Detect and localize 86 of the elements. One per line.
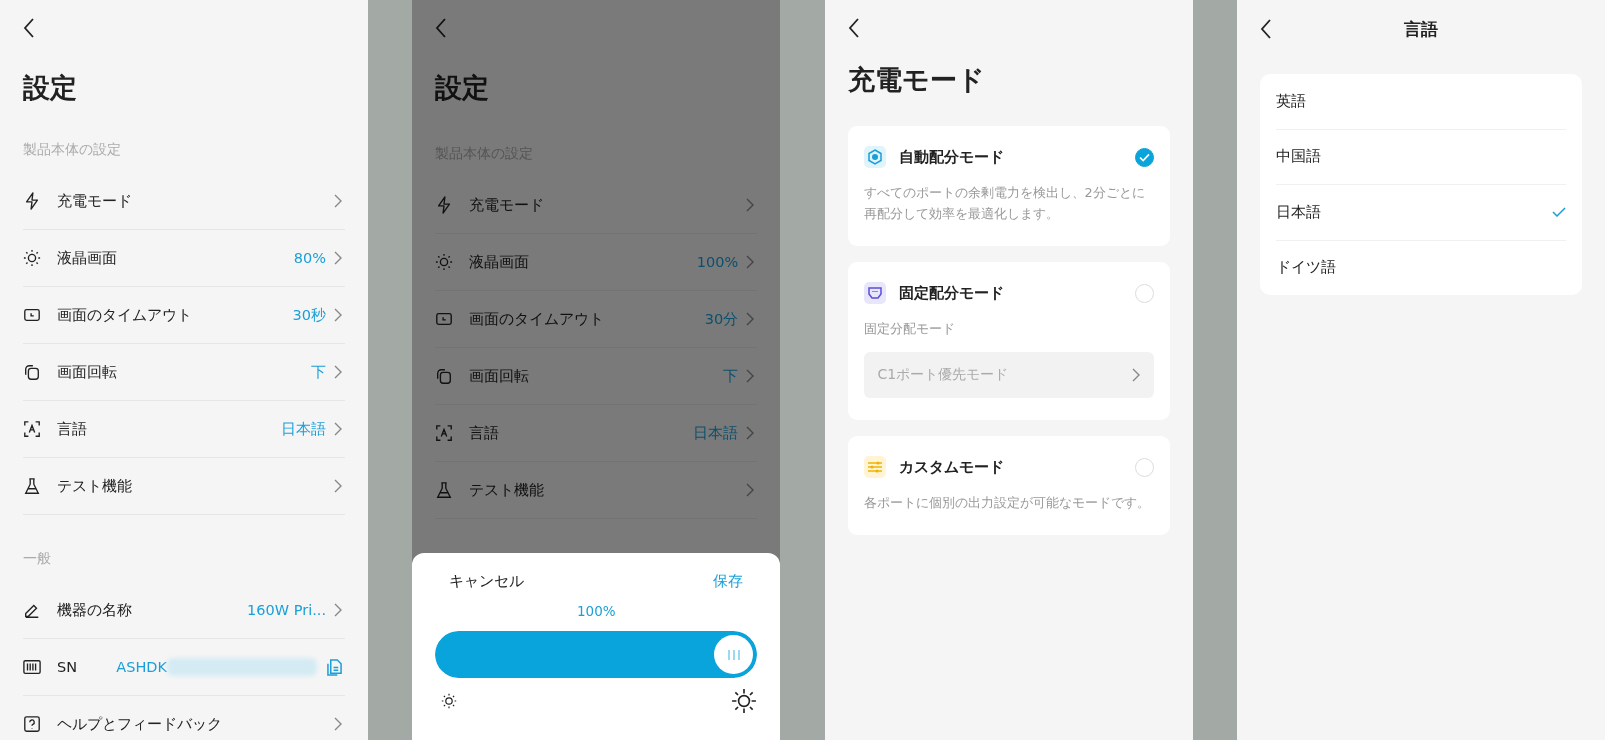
mode-description: すべてのポートの余剰電力を検出し、2分ごとに再配分して効率を最適化します。 [863, 184, 1146, 223]
serial-value: ASHDK [116, 659, 167, 675]
flask-icon [435, 481, 454, 499]
mode-title: カスタムモード [898, 457, 1005, 477]
row-label[interactable]: 充電モード [57, 191, 334, 211]
help-icon [23, 715, 41, 733]
flask-icon [23, 477, 41, 495]
language-option[interactable]: ドイツ語 [1275, 240, 1566, 295]
back-icon[interactable] [23, 18, 35, 38]
bolt-icon [23, 192, 41, 210]
mode-description: 各ポートに個別の出力設定が可能なモードです。 [863, 494, 1151, 512]
chevron-icon [746, 312, 755, 326]
chevron-icon [334, 479, 342, 493]
chevron-icon [334, 603, 342, 617]
brightness-reading: 100% [576, 603, 617, 619]
barcode-icon [23, 658, 41, 676]
page-title: 設定 [23, 71, 78, 105]
row-value: 日本語 [281, 419, 326, 439]
row-label[interactable]: 画面回転 [57, 362, 311, 382]
back-icon[interactable] [847, 18, 860, 38]
chevron-icon [334, 308, 342, 322]
bright-sun-icon [731, 688, 758, 714]
section-header: 一般 [23, 550, 52, 568]
row-label[interactable]: 画面回転 [469, 366, 724, 386]
cancel-button[interactable]: キャンセル [449, 570, 525, 593]
chevron-icon [746, 426, 755, 440]
row-label[interactable]: 液晶画面 [469, 252, 697, 272]
port-icon [863, 282, 886, 304]
language-option[interactable]: 日本語 [1275, 185, 1566, 241]
row-value: 100% [696, 254, 739, 270]
copy-icon[interactable] [327, 658, 342, 676]
row-label[interactable]: SN [57, 659, 117, 675]
mode-title: 固定配分モード [898, 283, 1005, 303]
timer-icon [23, 306, 41, 324]
row-label[interactable]: 機器の名称 [57, 600, 248, 620]
language-option[interactable]: 中国語 [1275, 129, 1566, 185]
page-title: 設定 [435, 71, 491, 105]
chevron-icon [334, 194, 342, 208]
ai-chip-icon [863, 146, 886, 168]
chevron-icon [334, 365, 342, 379]
rotate-icon [435, 367, 454, 385]
slider-thumb[interactable] [714, 635, 754, 674]
chevron-icon [746, 483, 755, 497]
row-value: 下 [723, 366, 739, 386]
sliders-icon [863, 456, 886, 478]
sun-icon [435, 253, 454, 271]
chevron-icon [746, 198, 755, 212]
chevron-icon [1131, 368, 1140, 382]
chevron-icon [334, 717, 342, 731]
brightness-slider[interactable] [435, 631, 758, 678]
row-value: 30秒 [292, 305, 326, 325]
mode-title: 自動配分モード [898, 147, 1005, 167]
language-option[interactable]: 英語 [1275, 74, 1566, 130]
sun-icon [23, 249, 41, 267]
row-value: 日本語 [693, 423, 739, 443]
row-label[interactable]: ヘルプとフィードバック [57, 714, 334, 734]
row-value: 30分 [704, 309, 739, 329]
row-label[interactable]: 言語 [57, 419, 281, 439]
chevron-icon [334, 422, 342, 436]
row-label[interactable]: テスト機能 [469, 480, 747, 500]
chevron-icon [334, 251, 342, 265]
radio-button[interactable] [1134, 147, 1154, 167]
chevron-icon [746, 369, 755, 383]
mode-card[interactable]: 自動配分モード すべてのポートの余剰電力を検出し、2分ごとに再配分して効率を最適化します。 [847, 126, 1170, 246]
timer-icon [435, 310, 454, 328]
mode-card[interactable]: カスタムモード 各ポートに個別の出力設定が可能なモードです。 [847, 436, 1170, 535]
page-title: 充電モード [847, 63, 986, 97]
row-label[interactable]: 画面のタイムアウト [469, 309, 705, 329]
row-label[interactable]: 液晶画面 [57, 248, 294, 268]
row-label[interactable]: 充電モード [469, 195, 747, 215]
row-value: 80% [293, 250, 326, 266]
row-value: 下 [311, 362, 326, 382]
rotate-icon [23, 363, 41, 381]
page-title: 言語 [1403, 17, 1438, 41]
chevron-icon [746, 255, 755, 269]
check-icon [1138, 152, 1150, 162]
row-label[interactable]: テスト機能 [57, 476, 334, 496]
row-label[interactable]: 画面のタイムアウト [57, 305, 293, 325]
lang-icon [435, 424, 454, 442]
section-header: 製品本体の設定 [23, 141, 122, 159]
row-label[interactable]: 言語 [469, 423, 694, 443]
dim-sun-icon [441, 693, 458, 709]
row-value: 160W Pri... [247, 602, 326, 618]
back-icon[interactable] [1259, 19, 1272, 39]
field-label: 固定分配モード [863, 320, 956, 338]
lang-icon [23, 420, 41, 438]
